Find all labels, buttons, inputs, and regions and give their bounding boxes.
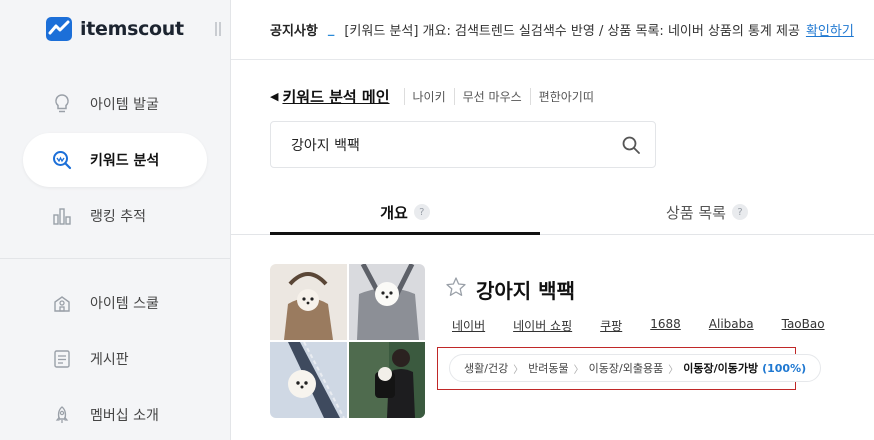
sidebar-item-label: 랭킹 추적 <box>90 209 146 225</box>
tab-label: 개요 <box>380 203 408 222</box>
category-item[interactable]: 생활/건강 <box>464 360 508 376</box>
category-percentage: (100%) <box>762 361 807 375</box>
sidebar: itemscout 아이템 발굴 키워드 분석 랭킹 추적 아이템 스쿨 게시판 <box>0 0 231 440</box>
recent-keyword[interactable]: 나이키 <box>403 88 454 105</box>
chevron-right-icon: 〉 <box>573 364 584 376</box>
recent-keyword[interactable]: 편한아기띠 <box>529 88 602 105</box>
school-icon <box>52 293 72 313</box>
shop-link-alibaba[interactable]: Alibaba <box>709 317 754 334</box>
sidebar-item-membership[interactable]: 멤버십 소개 <box>23 388 207 440</box>
active-tab-underline <box>270 232 540 235</box>
product-thumbnail[interactable] <box>348 342 425 418</box>
shop-links: 네이버 네이버 쇼핑 쿠팡 1688 Alibaba TaoBao <box>452 317 825 334</box>
chevron-right-icon: 〉 <box>513 364 524 376</box>
favorite-star-icon[interactable] <box>445 276 467 298</box>
sidebar-item-label: 키워드 분석 <box>90 153 160 169</box>
sidebar-item-label: 아이템 스쿨 <box>90 296 159 312</box>
tab-overview[interactable]: 개요 ? <box>270 189 540 235</box>
sidebar-item-keyword-analysis[interactable]: 키워드 분석 <box>23 133 207 187</box>
sidebar-item-label: 게시판 <box>90 352 129 368</box>
product-thumbnail-grid <box>270 264 425 418</box>
back-triangle-icon[interactable]: ◀ <box>270 90 278 103</box>
product-thumbnail[interactable] <box>270 342 347 418</box>
keyword-search-icon <box>52 150 72 170</box>
product-keyword-title: 강아지 백팩 <box>476 279 575 303</box>
tab-product-list[interactable]: 상품 목록 ? <box>540 189 874 235</box>
chevron-right-icon: 〉 <box>668 364 679 376</box>
shop-link-1688[interactable]: 1688 <box>650 317 681 334</box>
category-item[interactable]: 이동장/외출용품 <box>589 360 664 376</box>
tab-bar: 개요 ? 상품 목록 ? <box>231 189 874 235</box>
shop-link-coupang[interactable]: 쿠팡 <box>600 317 622 334</box>
notice-confirm-link[interactable]: 확인하기 <box>806 20 854 39</box>
product-thumbnail[interactable] <box>348 264 425 340</box>
category-breadcrumb: 생활/건강 〉 반려동물 〉 이동장/외출용품 〉 이동장/이동가방 (100%… <box>449 354 822 382</box>
category-item-current[interactable]: 이동장/이동가방 <box>683 360 758 376</box>
sidebar-item-label: 멤버십 소개 <box>90 408 159 424</box>
search-input[interactable] <box>291 134 611 156</box>
sidebar-collapse-handle[interactable] <box>215 22 221 36</box>
keyword-breadcrumb: ◀ 키워드 분석 메인 나이키 무선 마우스 편한아기띠 <box>270 86 602 107</box>
brand-logo[interactable]: itemscout <box>46 17 184 41</box>
help-icon[interactable]: ? <box>731 204 748 220</box>
sidebar-item-ranking-tracking[interactable]: 랭킹 추적 <box>23 189 207 243</box>
keyword-analysis-main-link[interactable]: 키워드 분석 메인 <box>282 86 389 107</box>
category-item[interactable]: 반려동물 <box>528 360 568 376</box>
shop-link-naver-shopping[interactable]: 네이버 쇼핑 <box>513 317 572 334</box>
logo-icon <box>46 17 72 41</box>
tab-label: 상품 목록 <box>666 203 726 222</box>
bar-chart-icon <box>52 206 72 226</box>
sidebar-item-label: 아이템 발굴 <box>90 97 159 113</box>
notice-text: [키워드 분석] 개요: 검색트렌드 실검색수 반영 / 상품 목록: 네이버 … <box>344 24 800 39</box>
notice-separator: _ <box>327 22 335 37</box>
sidebar-item-item-school[interactable]: 아이템 스쿨 <box>23 276 207 330</box>
help-icon[interactable]: ? <box>413 204 430 220</box>
recent-keyword[interactable]: 무선 마우스 <box>453 88 530 105</box>
sidebar-item-item-discovery[interactable]: 아이템 발굴 <box>23 77 207 131</box>
notice-bar: 공지사항 _ [키워드 분석] 개요: 검색트렌드 실검색수 반영 / 상품 목… <box>231 0 874 60</box>
rocket-icon <box>52 405 72 425</box>
sidebar-item-board[interactable]: 게시판 <box>23 332 207 386</box>
lightbulb-icon <box>52 94 72 114</box>
shop-link-taobao[interactable]: TaoBao <box>782 317 825 334</box>
board-icon <box>52 349 72 369</box>
sidebar-divider <box>0 258 230 259</box>
product-thumbnail[interactable] <box>270 264 347 340</box>
brand-name: itemscout <box>80 18 184 40</box>
keyword-search-box <box>270 121 656 168</box>
shop-link-naver[interactable]: 네이버 <box>452 317 485 334</box>
search-icon[interactable] <box>621 135 641 155</box>
notice-title: 공지사항 <box>270 24 318 39</box>
